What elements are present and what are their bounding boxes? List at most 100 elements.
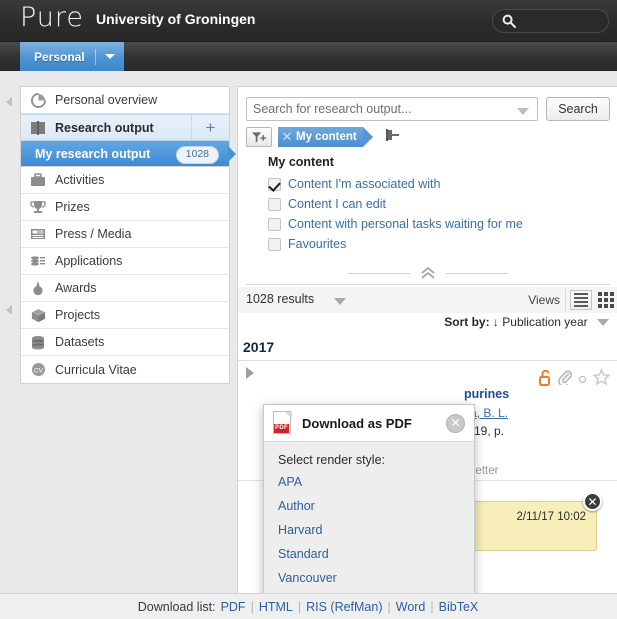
svg-text:CV: CV (33, 367, 43, 374)
chip-arrow (362, 127, 373, 147)
sidebar-item-curricula-vitae[interactable]: CV Curricula Vitae (21, 356, 229, 383)
download-word-link[interactable]: Word (396, 600, 426, 614)
divider (446, 273, 508, 274)
main-nav-bar: Personal (0, 42, 617, 71)
result-metadata: 19, p. (474, 424, 505, 438)
checkbox-checked-icon[interactable] (268, 177, 281, 191)
dialog-header: PDF Download as PDF ✕ (264, 405, 474, 442)
stacked-coins-icon (21, 254, 55, 268)
render-style-apa[interactable]: APA (278, 475, 474, 490)
sidebar-collapse-arrow-top[interactable] (6, 97, 12, 107)
divider: | (297, 599, 302, 614)
download-ris-link[interactable]: RIS (RefMan) (306, 600, 382, 614)
sidebar-item-awards[interactable]: Awards (21, 275, 229, 302)
cube-icon (21, 308, 55, 323)
sidebar-subitem-label: My research output (35, 146, 151, 161)
chevron-down-icon[interactable] (517, 108, 529, 115)
note-timestamp: 2/11/17 10:02 (516, 511, 587, 523)
result-authors[interactable]: a, B. L. (470, 406, 508, 420)
dialog-lead-text: Select render style: (278, 453, 385, 467)
book-icon (21, 120, 55, 135)
filter-row: ✕ My content (246, 127, 400, 147)
download-list-label: Download list: (137, 599, 216, 614)
sort-value: Publication year (502, 315, 588, 329)
sidebar-item-research-output[interactable]: Research output + (21, 114, 229, 141)
facet-option-label: Content I can edit (288, 197, 386, 211)
pin-icon[interactable] (383, 128, 400, 147)
sidebar-item-datasets[interactable]: Datasets (21, 329, 229, 356)
star-icon[interactable] (592, 368, 611, 390)
sidebar-item-prizes[interactable]: Prizes (21, 194, 229, 221)
grid-view-icon[interactable] (598, 292, 614, 308)
chevron-down-icon[interactable] (334, 298, 346, 305)
triangle-right-icon[interactable] (246, 367, 254, 379)
global-search-input[interactable] (492, 9, 609, 33)
arrow-down-icon: ↓ (492, 315, 499, 329)
filter-chip-my-content[interactable]: ✕ My content (278, 127, 373, 147)
render-style-harvard[interactable]: Harvard (278, 523, 474, 538)
list-view-icon[interactable] (570, 290, 592, 310)
checkbox-icon[interactable] (268, 197, 281, 211)
download-html-link[interactable]: HTML (259, 600, 293, 614)
close-icon[interactable]: ✕ (278, 129, 296, 145)
note-tooltip: 2/11/17 10:02 (473, 501, 597, 551)
sidebar-item-my-research-output[interactable]: My research output 1028 (21, 141, 236, 167)
facet-option-favourites[interactable]: Favourites (268, 234, 610, 254)
trophy-icon (21, 200, 55, 215)
dialog-title: Download as PDF (302, 415, 412, 431)
sidebar-item-label: Datasets (55, 335, 105, 349)
divider (565, 289, 566, 311)
facet-option-personal-tasks[interactable]: Content with personal tasks waiting for … (268, 214, 610, 234)
download-pdf-link[interactable]: PDF (221, 600, 246, 614)
sidebar-item-label: Press / Media (55, 227, 132, 241)
search-button[interactable]: Search (546, 97, 610, 121)
sidebar-item-projects[interactable]: Projects (21, 302, 229, 329)
sidebar-item-personal-overview[interactable]: Personal overview (21, 87, 229, 114)
dialog-close-button[interactable]: ✕ (446, 414, 465, 433)
results-toolbar: 1028 results Views (238, 287, 617, 313)
result-title[interactable]: purines (464, 387, 509, 401)
divider: | (430, 599, 434, 614)
checkbox-icon[interactable] (268, 237, 281, 251)
sidebar-collapse-arrow-bottom[interactable] (6, 305, 12, 315)
note-close-button[interactable]: ✕ (583, 492, 602, 511)
search-input[interactable]: Search for research output... (246, 97, 538, 121)
facet-option-associated[interactable]: Content I'm associated with (268, 174, 610, 194)
award-icon (21, 280, 55, 296)
sidebar-item-label: Activities (55, 173, 105, 187)
add-filter-button[interactable] (246, 127, 272, 147)
search-icon (502, 14, 516, 28)
sidebar-item-applications[interactable]: Applications (21, 248, 229, 275)
sidebar-item-activities[interactable]: Activities (21, 167, 229, 194)
circle-icon[interactable] (579, 376, 586, 383)
sidebar: Personal overview Research output + My r… (20, 86, 236, 384)
download-bibtex-link[interactable]: BibTeX (439, 600, 479, 614)
sidebar-item-press-media[interactable]: Press / Media (21, 221, 229, 248)
facet-option-can-edit[interactable]: Content I can edit (268, 194, 610, 214)
tab-personal-label: Personal (34, 49, 85, 64)
paperclip-icon[interactable] (558, 370, 573, 390)
search-placeholder: Search for research output... (253, 102, 412, 116)
sort-control[interactable]: Sort by: ↓ Publication year (444, 315, 609, 329)
checkbox-icon[interactable] (268, 217, 281, 231)
render-style-vancouver[interactable]: Vancouver (278, 571, 474, 586)
add-research-output-button[interactable]: + (191, 115, 229, 140)
gauge-icon (21, 92, 55, 108)
sidebar-item-label: Curricula Vitae (55, 362, 137, 377)
chevron-down-icon[interactable] (597, 319, 609, 327)
organization-name: University of Groningen (96, 11, 256, 27)
render-style-standard[interactable]: Standard (278, 547, 474, 562)
sidebar-item-label: Projects (55, 308, 101, 322)
active-indicator (228, 146, 236, 162)
results-count-label: 1028 results (246, 292, 315, 306)
sidebar-item-label: Prizes (55, 200, 90, 214)
top-header-bar: Pure University of Groningen (0, 0, 617, 42)
facet-collapse-button[interactable] (246, 263, 610, 285)
pdf-file-icon: PDF (273, 411, 293, 435)
open-lock-icon[interactable] (539, 369, 551, 389)
facet-title: My content (268, 155, 334, 169)
tab-personal[interactable]: Personal (20, 42, 124, 71)
render-style-author[interactable]: Author (278, 499, 474, 514)
chevron-down-icon[interactable] (96, 54, 124, 59)
facet-option-label: Content I'm associated with (288, 177, 441, 191)
